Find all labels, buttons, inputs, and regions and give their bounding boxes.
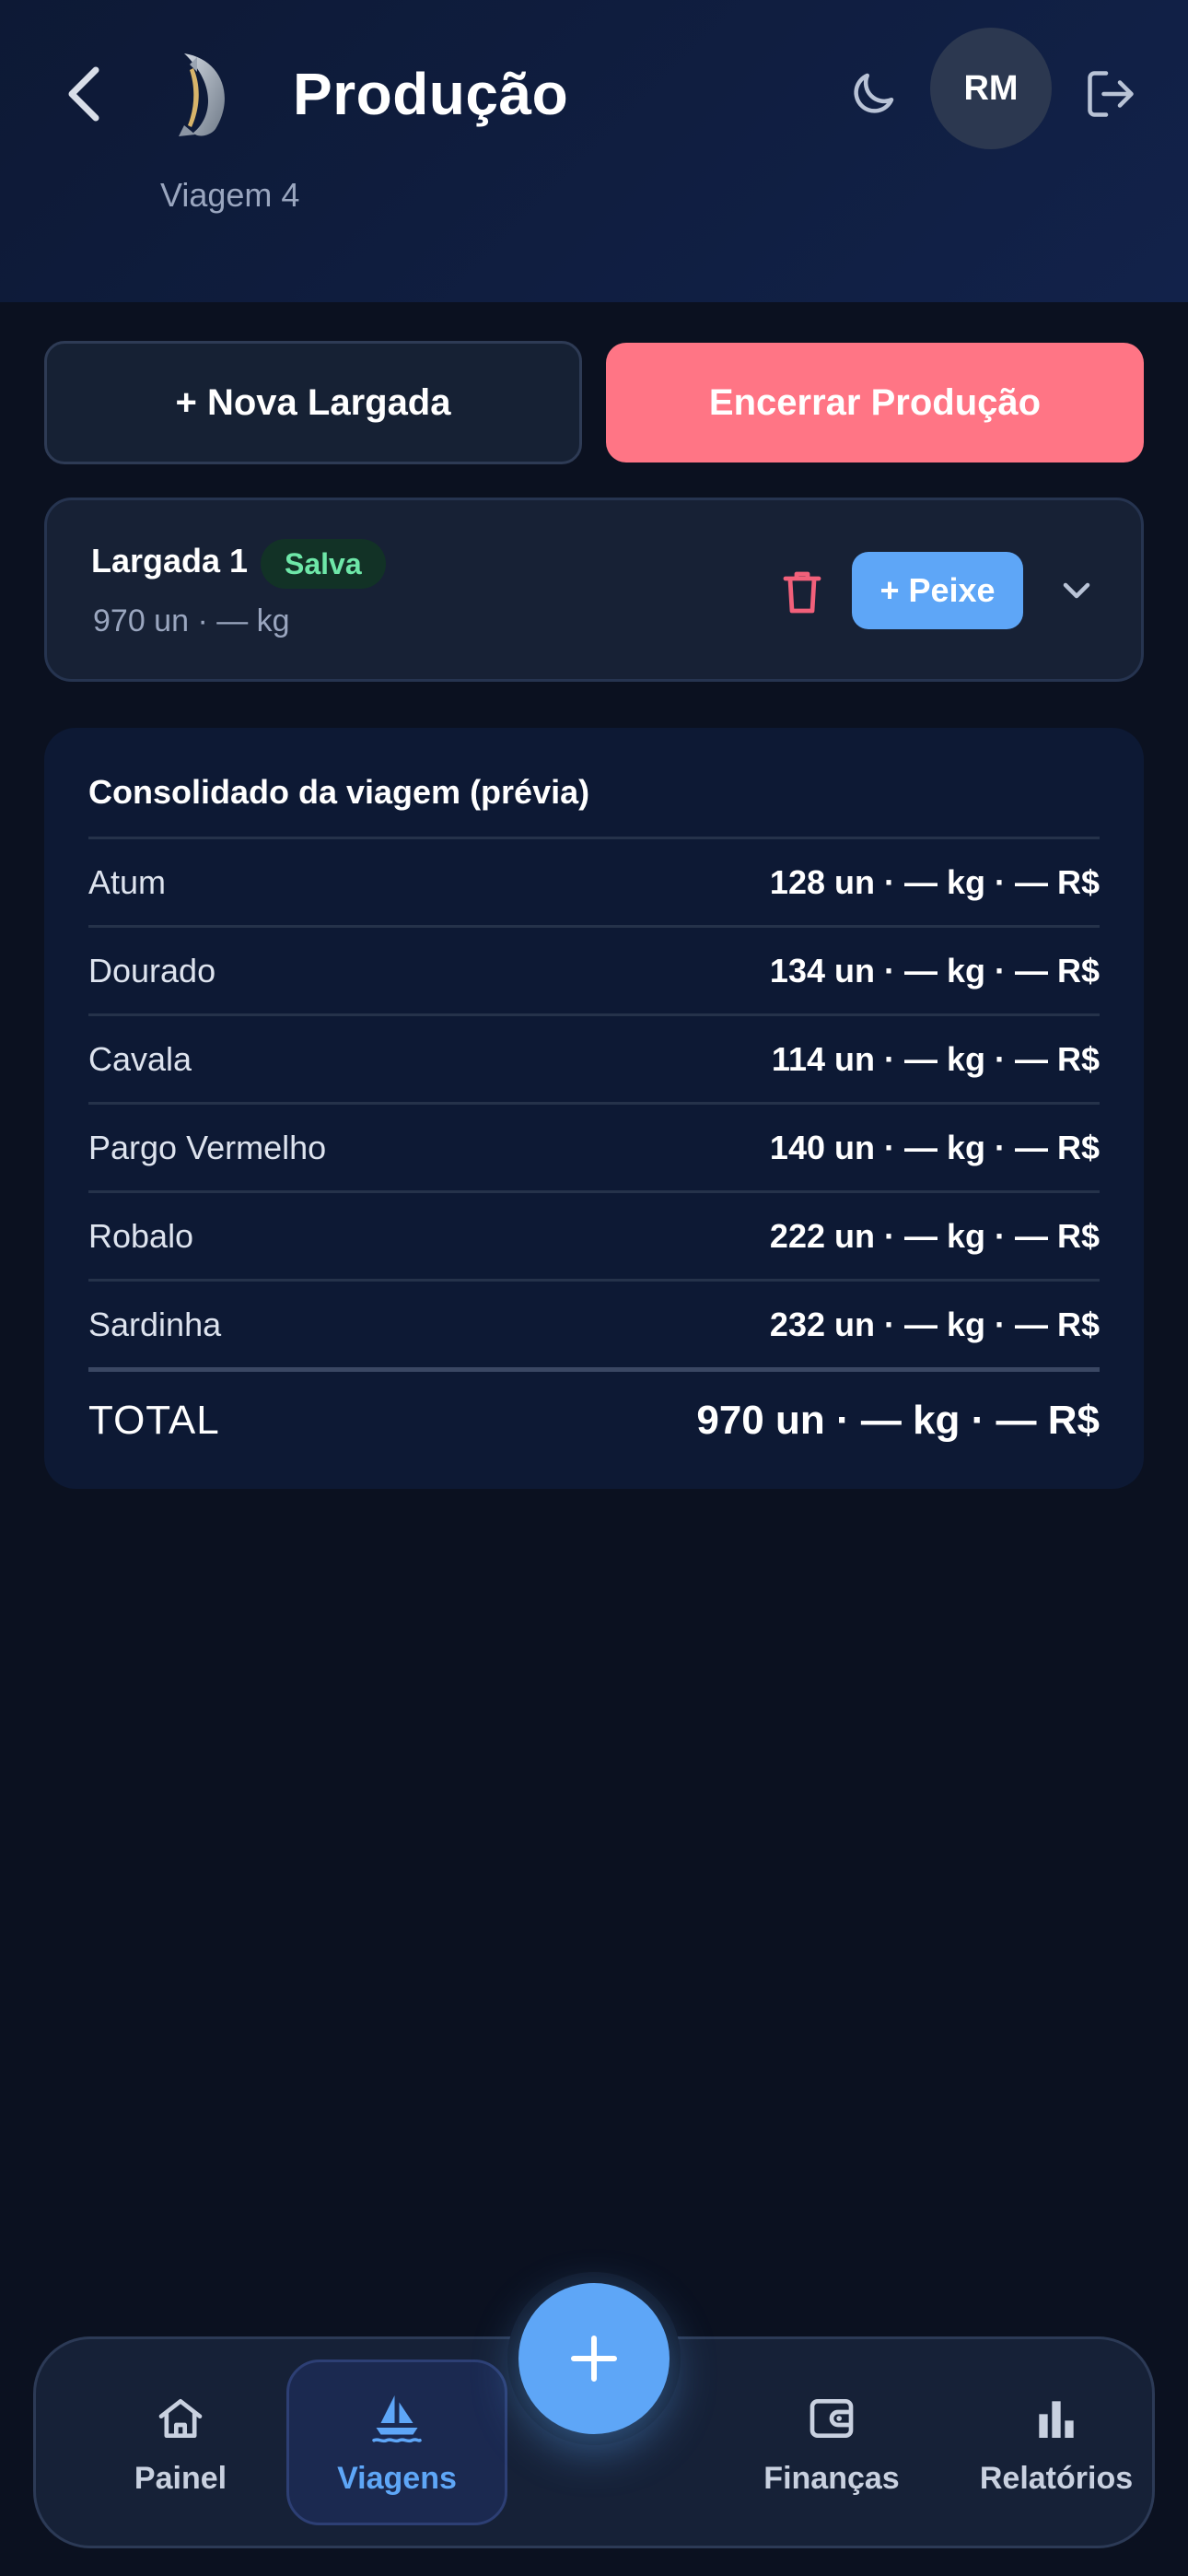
delete-largada-button[interactable]	[775, 563, 830, 622]
total-row: TOTAL 970 un · — kg · — R$	[88, 1367, 1100, 1469]
plus-icon	[571, 2336, 617, 2382]
species-name: Dourado	[88, 951, 216, 989]
nav-label: Viagens	[337, 2460, 457, 2496]
consolidated-summary-card: Consolidado da viagem (prévia) Atum 128 …	[44, 728, 1144, 1489]
species-value: 222 un · — kg · — R$	[769, 1216, 1100, 1255]
chevron-left-icon	[68, 66, 99, 122]
logout-button[interactable]	[1074, 57, 1147, 131]
trash-icon	[783, 571, 821, 614]
nav-label: Painel	[134, 2460, 227, 2496]
nav-item-financas[interactable]: Finanças	[721, 2359, 942, 2525]
home-icon	[151, 2389, 210, 2448]
theme-toggle-button[interactable]	[836, 57, 910, 131]
summary-row: Atum 128 un · — kg · — R$	[88, 837, 1100, 925]
app-logo	[157, 48, 234, 140]
nav-item-painel[interactable]: Painel	[70, 2359, 291, 2525]
species-value: 114 un · — kg · — R$	[771, 1039, 1100, 1078]
add-fab-button[interactable]	[518, 2283, 670, 2434]
species-name: Pargo Vermelho	[88, 1128, 327, 1166]
nav-label: Relatórios	[979, 2460, 1134, 2496]
logout-icon	[1088, 71, 1134, 117]
add-fish-button[interactable]: + Peixe	[852, 552, 1023, 629]
summary-row: Robalo 222 un · — kg · — R$	[88, 1190, 1100, 1279]
summary-row: Sardinha 232 un · — kg · — R$	[88, 1279, 1100, 1367]
species-name: Sardinha	[88, 1305, 222, 1343]
summary-table: Atum 128 un · — kg · — R$ Dourado 134 un…	[88, 837, 1100, 1469]
species-name: Robalo	[88, 1216, 194, 1255]
wallet-icon	[802, 2389, 861, 2448]
new-largada-button[interactable]: + Nova Largada	[44, 341, 582, 464]
total-value: 970 un · — kg · — R$	[696, 1397, 1100, 1443]
page-subtitle: Viagem 4	[160, 176, 300, 214]
moon-icon	[854, 73, 894, 113]
summary-title: Consolidado da viagem (prévia)	[88, 773, 590, 811]
chevron-down-icon	[1063, 582, 1090, 599]
summary-row: Pargo Vermelho 140 un · — kg · — R$	[88, 1102, 1100, 1190]
back-button[interactable]	[57, 61, 109, 127]
status-badge: Salva	[261, 539, 386, 589]
species-value: 232 un · — kg · — R$	[769, 1305, 1100, 1343]
summary-row: Dourado 134 un · — kg · — R$	[88, 925, 1100, 1013]
species-value: 140 un · — kg · — R$	[769, 1128, 1100, 1166]
species-value: 128 un · — kg · — R$	[769, 862, 1100, 901]
end-production-button[interactable]: Encerrar Produção	[606, 343, 1144, 463]
summary-row: Cavala 114 un · — kg · — R$	[88, 1013, 1100, 1102]
bar-chart-icon	[1027, 2389, 1086, 2448]
species-name: Atum	[88, 862, 167, 901]
largada-summary: 970 un · — kg	[93, 603, 290, 638]
largada-card[interactable]: Largada 1 Salva 970 un · — kg + Peixe	[44, 498, 1144, 682]
species-value: 134 un · — kg · — R$	[769, 951, 1100, 989]
nav-item-relatorios[interactable]: Relatórios	[946, 2359, 1167, 2525]
avatar[interactable]: RM	[930, 28, 1052, 149]
app-header: Produção Viagem 4 RM	[0, 0, 1188, 302]
page-title: Produção	[293, 61, 569, 127]
sailboat-icon	[367, 2389, 426, 2448]
nav-item-viagens[interactable]: Viagens	[286, 2359, 507, 2525]
total-label: TOTAL	[88, 1397, 220, 1443]
nav-label: Finanças	[763, 2460, 900, 2496]
largada-title: Largada 1	[91, 542, 249, 580]
expand-largada-button[interactable]	[1051, 565, 1102, 616]
species-name: Cavala	[88, 1039, 192, 1078]
